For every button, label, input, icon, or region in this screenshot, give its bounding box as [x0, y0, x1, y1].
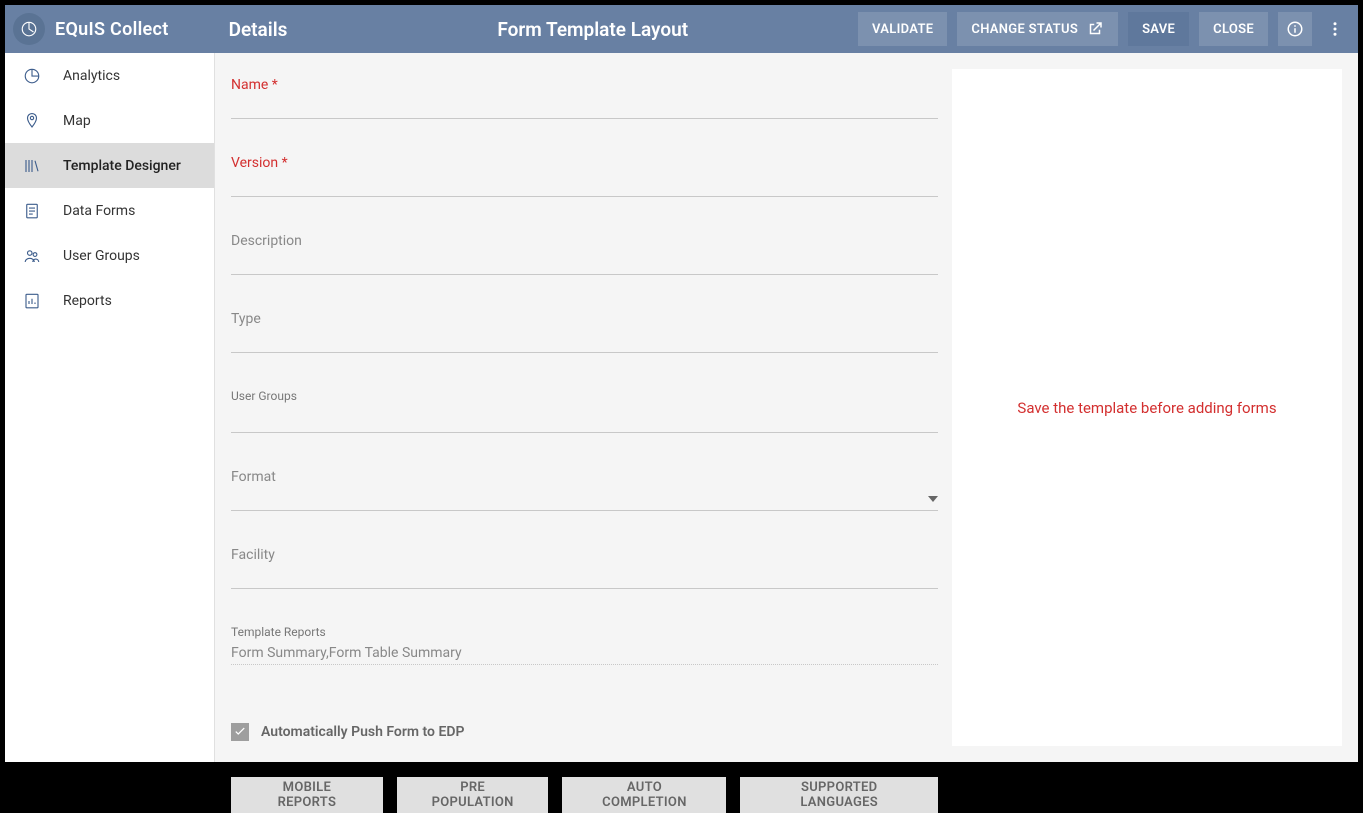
format-field[interactable]: Format: [231, 469, 938, 511]
field-value: Form Summary,Form Table Summary: [231, 645, 462, 661]
sidebar-item-label: Template Designer: [63, 158, 181, 174]
app-body: Analytics Map Template Designer: [5, 53, 1358, 762]
bar-chart-icon: [23, 292, 45, 310]
details-form: Name * Version * Description Type: [231, 69, 938, 746]
sidebar-nav: Analytics Map Template Designer: [5, 53, 215, 762]
sidebar-item-label: Analytics: [63, 68, 120, 84]
app-logo-icon[interactable]: [13, 13, 45, 45]
save-button[interactable]: SAVE: [1128, 12, 1189, 46]
type-field[interactable]: Type: [231, 311, 938, 353]
forms-panel-message: Save the template before adding forms: [1017, 399, 1276, 417]
template-reports-field[interactable]: Template Reports Form Summary,Form Table…: [231, 625, 938, 665]
kebab-menu-button[interactable]: [1320, 12, 1350, 46]
app-header: EQuIS Collect Details Form Template Layo…: [5, 5, 1358, 53]
app-title: EQuIS Collect: [55, 19, 169, 40]
auto-completion-button[interactable]: AUTO COMPLETION: [562, 777, 726, 813]
sidebar-item-user-groups[interactable]: User Groups: [5, 233, 214, 278]
open-in-new-icon: [1086, 20, 1104, 38]
footer-button-row: MOBILE REPORTS PRE POPULATION AUTO COMPL…: [231, 777, 938, 813]
sidebar-item-data-forms[interactable]: Data Forms: [5, 188, 214, 233]
info-icon: [1286, 20, 1304, 38]
checkbox-checked-icon[interactable]: [231, 723, 249, 741]
section-title: Details: [229, 18, 288, 41]
description-field[interactable]: Description: [231, 233, 938, 275]
sidebar-item-map[interactable]: Map: [5, 98, 214, 143]
info-button[interactable]: [1278, 12, 1312, 46]
main-content: Name * Version * Description Type: [215, 53, 1358, 762]
supported-languages-button[interactable]: SUPPORTED LANGUAGES: [740, 777, 938, 813]
map-pin-icon: [23, 112, 45, 130]
sidebar-item-label: Data Forms: [63, 203, 135, 219]
page-title: Form Template Layout: [327, 18, 848, 41]
pre-population-button[interactable]: PRE POPULATION: [397, 777, 549, 813]
forms-panel: Save the template before adding forms: [952, 69, 1342, 746]
version-field[interactable]: Version *: [231, 155, 938, 197]
field-label: User Groups: [231, 389, 938, 403]
pie-chart-icon: [23, 67, 45, 85]
change-status-label: CHANGE STATUS: [971, 22, 1078, 37]
sidebar-item-label: User Groups: [63, 248, 140, 264]
sidebar-item-label: Map: [63, 113, 91, 129]
field-label: Description: [231, 233, 938, 249]
field-label: Version *: [231, 155, 938, 171]
sidebar-item-template-designer[interactable]: Template Designer: [5, 143, 214, 188]
user-groups-field[interactable]: User Groups: [231, 389, 938, 433]
field-label: Template Reports: [231, 625, 938, 639]
validate-button[interactable]: VALIDATE: [858, 12, 947, 46]
field-label: Format: [231, 469, 938, 485]
sidebar-item-reports[interactable]: Reports: [5, 278, 214, 323]
books-icon: [23, 157, 45, 175]
auto-push-row[interactable]: Automatically Push Form to EDP: [231, 723, 938, 741]
chevron-down-icon: [928, 489, 938, 508]
field-label: Type: [231, 311, 938, 327]
close-button[interactable]: CLOSE: [1199, 12, 1268, 46]
sidebar-item-analytics[interactable]: Analytics: [5, 53, 214, 98]
checkbox-label: Automatically Push Form to EDP: [261, 724, 464, 740]
mobile-reports-button[interactable]: MOBILE REPORTS: [231, 777, 383, 813]
field-label: Facility: [231, 547, 938, 563]
kebab-icon: [1326, 20, 1344, 38]
change-status-button[interactable]: CHANGE STATUS: [957, 12, 1118, 46]
name-field[interactable]: Name *: [231, 77, 938, 119]
sidebar-item-label: Reports: [63, 293, 112, 309]
facility-field[interactable]: Facility: [231, 547, 938, 589]
document-icon: [23, 202, 45, 220]
users-icon: [23, 247, 45, 265]
field-label: Name *: [231, 77, 938, 93]
